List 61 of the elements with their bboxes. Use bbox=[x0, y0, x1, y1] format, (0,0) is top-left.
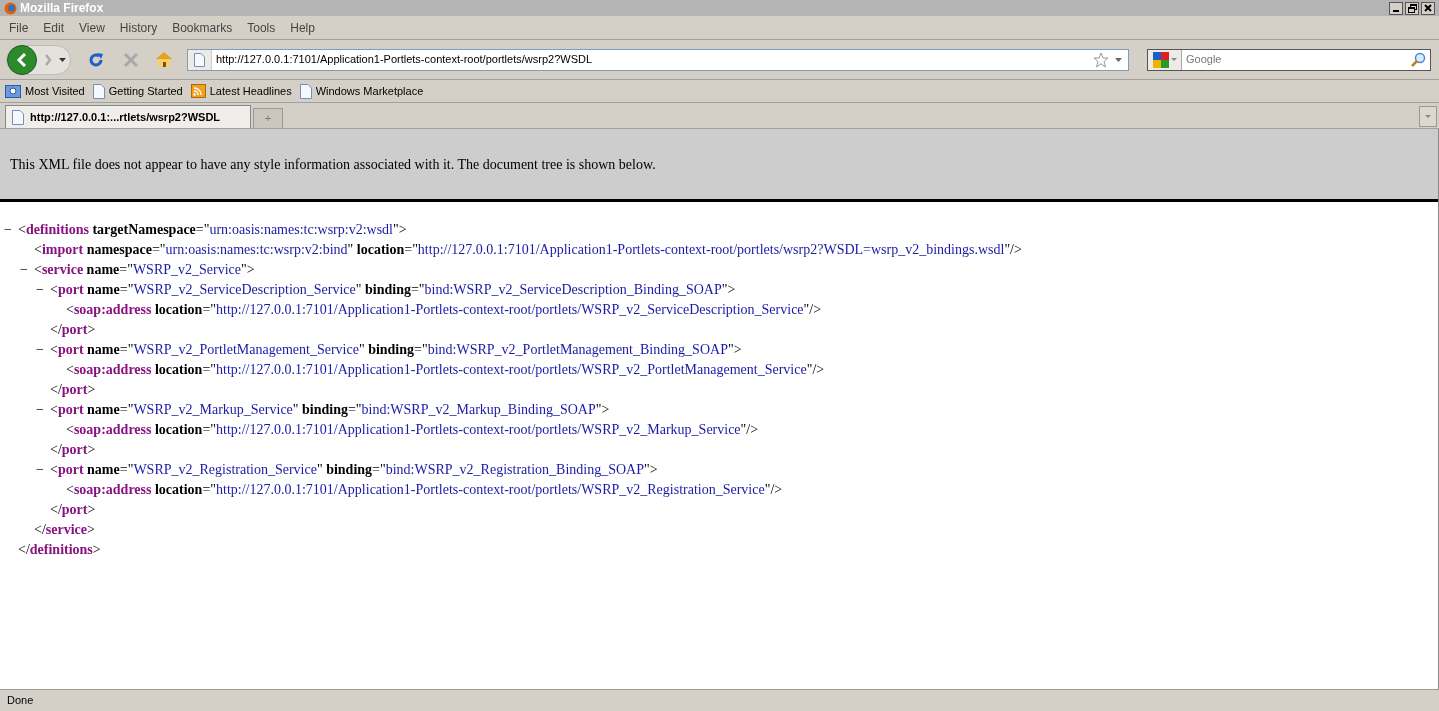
xml-tag-line: <service name="WSRP_v2_Service"> bbox=[34, 261, 255, 279]
menu-item[interactable]: History bbox=[113, 19, 164, 37]
collapse-toggle[interactable]: − bbox=[36, 340, 44, 360]
xml-tag-line: <port name="WSRP_v2_ServiceDescription_Service" binding="bind:WSRP_v2_ServiceDescription_Binding_SOAP"> bbox=[50, 281, 736, 299]
menu-item[interactable]: Tools bbox=[241, 19, 282, 37]
collapse-toggle[interactable]: − bbox=[36, 280, 44, 300]
minimize-button[interactable] bbox=[1389, 1, 1403, 15]
bookmark-item[interactable]: Windows Marketplace bbox=[315, 82, 424, 100]
dropdown-icon bbox=[1425, 115, 1431, 118]
search-engine-icon[interactable] bbox=[1152, 51, 1169, 68]
xml-tag-line: </service> bbox=[34, 521, 95, 539]
page-icon bbox=[299, 83, 312, 99]
page-icon bbox=[194, 52, 205, 67]
xml-tag-line: </port> bbox=[50, 441, 96, 459]
star-icon[interactable] bbox=[1093, 51, 1109, 68]
menu-item[interactable]: View bbox=[73, 19, 111, 37]
search-field[interactable]: Google bbox=[1147, 48, 1431, 71]
back-button[interactable] bbox=[7, 44, 37, 75]
xml-tag-line: </port> bbox=[50, 321, 96, 339]
dropdown-icon[interactable] bbox=[1115, 57, 1122, 62]
reload-icon[interactable] bbox=[87, 50, 105, 69]
menu-item[interactable]: File bbox=[3, 19, 35, 37]
xml-tag-line: </definitions> bbox=[18, 541, 101, 559]
menu-item[interactable]: Bookmarks bbox=[166, 19, 239, 37]
window-title: Mozilla Firefox bbox=[20, 0, 104, 17]
address-text[interactable]: http://127.0.0.1:7101/Application1-Portlets-context-root/portlets/wsrp2?WSDL bbox=[212, 51, 1093, 68]
dropdown-icon[interactable] bbox=[59, 57, 66, 62]
address-field[interactable]: http://127.0.0.1:7101/Application1-Portlets-context-root/portlets/wsrp2?WSDL bbox=[187, 48, 1129, 71]
xml-tag-line: <definitions targetNamespace="urn:oasis:names:tc:wsrp:v2:wsdl"> bbox=[18, 221, 407, 239]
search-icon[interactable] bbox=[1410, 51, 1426, 68]
xml-tag-line: <soap:address location="http://127.0.0.1:7101/Application1-Portlets-context-root/portlets/WSRP_v2_ServiceDescription_Service"/> bbox=[66, 301, 822, 319]
restore-button[interactable] bbox=[1405, 1, 1419, 15]
collapse-toggle[interactable]: − bbox=[4, 220, 12, 240]
browser-logo-icon bbox=[4, 1, 17, 15]
browser-tab[interactable]: http://127.0.0.1:...rtlets/wsrp2?WSDL bbox=[5, 105, 251, 128]
menu-item[interactable]: Edit bbox=[37, 19, 71, 37]
bookmark-item[interactable]: Getting Started bbox=[108, 82, 183, 100]
collapse-toggle[interactable]: − bbox=[20, 260, 28, 280]
bookmark-item[interactable]: Latest Headlines bbox=[209, 82, 292, 100]
xml-tag-line: <soap:address location="http://127.0.0.1:7101/Application1-Portlets-context-root/portlets/WSRP_v2_Markup_Service"/> bbox=[66, 421, 759, 439]
home-icon[interactable] bbox=[155, 51, 173, 68]
page-icon bbox=[92, 83, 105, 99]
xml-tag-line: <port name="WSRP_v2_Registration_Service" binding="bind:WSRP_v2_Registration_Binding_SOAP"> bbox=[50, 461, 658, 479]
menu-item[interactable]: Help bbox=[284, 19, 321, 37]
close-button[interactable] bbox=[1421, 1, 1435, 15]
xml-tag-line: <port name="WSRP_v2_Markup_Service" binding="bind:WSRP_v2_Markup_Binding_SOAP"> bbox=[50, 401, 610, 419]
xml-tag-line: </port> bbox=[50, 501, 96, 519]
search-input[interactable]: Google bbox=[1182, 51, 1410, 68]
feed-icon bbox=[190, 84, 206, 98]
folder-icon bbox=[5, 84, 21, 98]
xml-tag-line: <soap:address location="http://127.0.0.1:7101/Application1-Portlets-context-root/portlets/WSRP_v2_PortletManagement_Service"/> bbox=[66, 361, 825, 379]
info-message: This XML file does not appear to have any style information associated with it. The document tree is shown below. bbox=[10, 155, 656, 174]
collapse-toggle[interactable]: − bbox=[36, 460, 44, 480]
xml-tag-line: <import namespace="urn:oasis:names:tc:wsrp:v2:bind" location="http://127.0.0.1:7101/Application1-Portlets-context-root/portlets/wsrp2?WSDL=wsrp_v2_bindings.wsdl"/> bbox=[34, 241, 1022, 259]
collapse-toggle[interactable]: − bbox=[36, 400, 44, 420]
status-text: Done bbox=[6, 693, 34, 709]
xml-tag-line: <soap:address location="http://127.0.0.1:7101/Application1-Portlets-context-root/portlets/WSRP_v2_Registration_Service"/> bbox=[66, 481, 783, 499]
xml-tag-line: <port name="WSRP_v2_PortletManagement_Service" binding="bind:WSRP_v2_PortletManagement_Binding_SOAP"> bbox=[50, 341, 742, 359]
xml-tag-line: </port> bbox=[50, 381, 96, 399]
page-icon bbox=[12, 109, 24, 125]
bookmark-item[interactable]: Most Visited bbox=[25, 82, 85, 100]
